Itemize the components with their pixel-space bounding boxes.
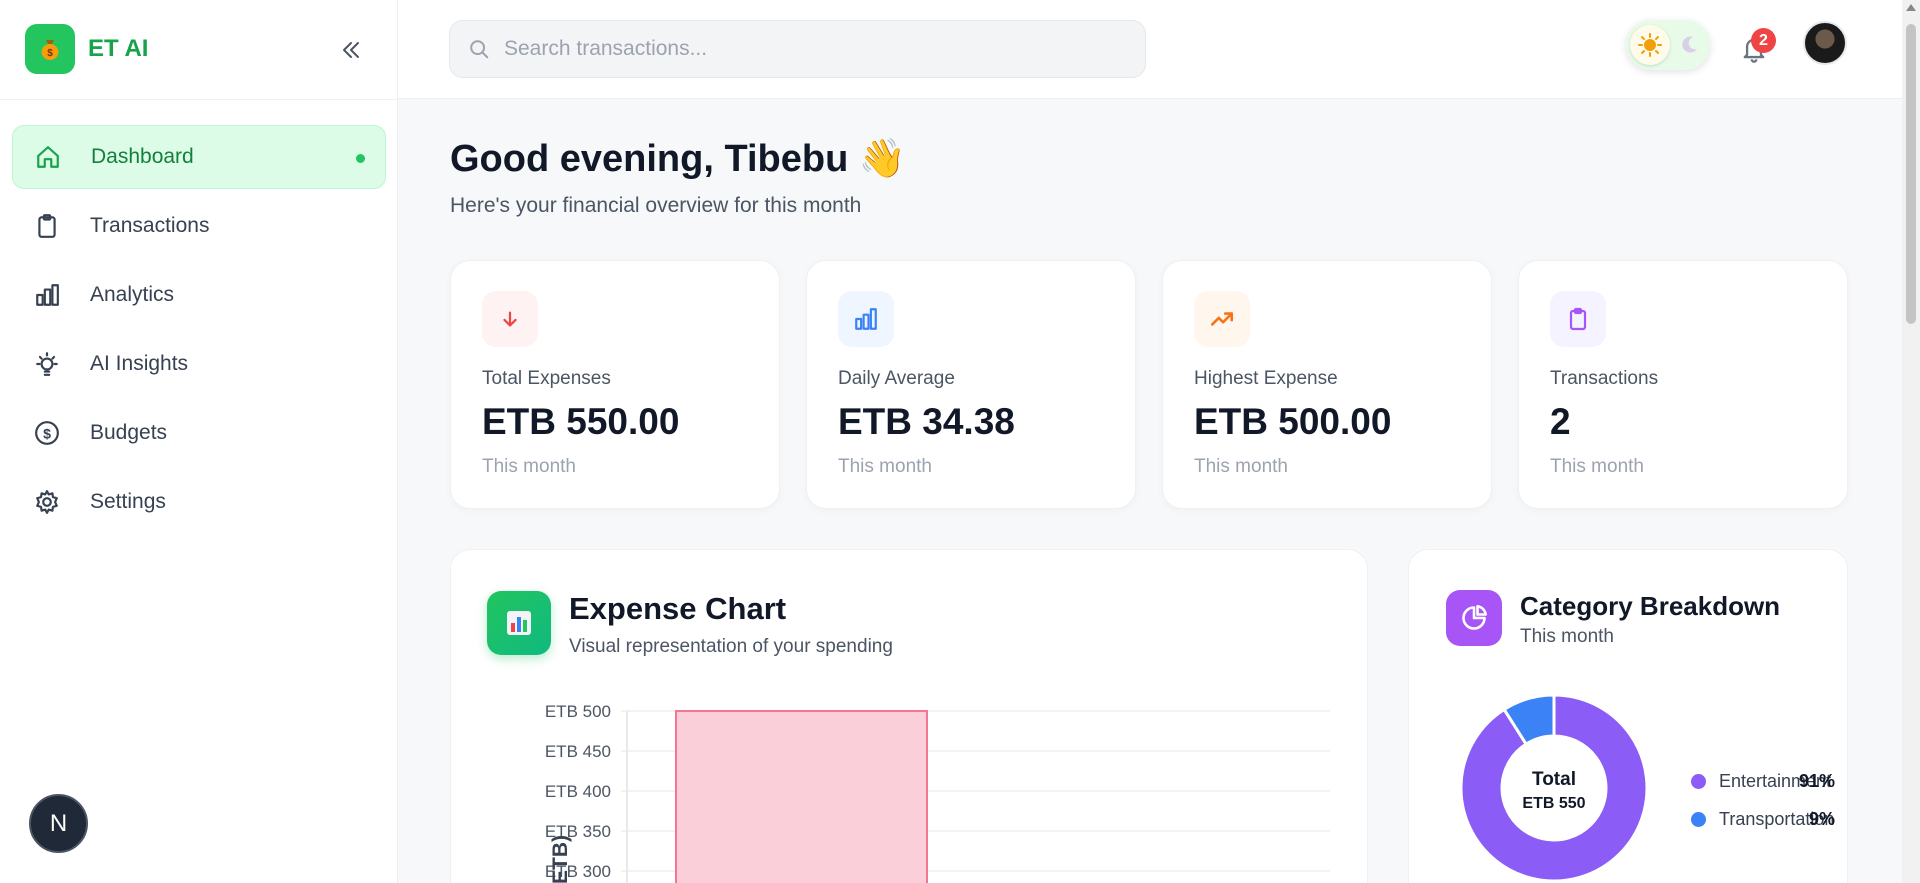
- category-donut-chart: Total ETB 550: [1459, 693, 1649, 883]
- search-bar[interactable]: [449, 20, 1146, 78]
- stat-card-transactions: Transactions 2 This month: [1518, 260, 1848, 509]
- stat-period: This month: [838, 456, 932, 477]
- stat-value: 2: [1550, 401, 1571, 442]
- stat-card-highest-expense: Highest Expense ETB 500.00 This month: [1162, 260, 1492, 509]
- arrow-down-icon: [482, 291, 538, 347]
- expense-chart-card: Expense Chart Visual representation of y…: [450, 549, 1368, 883]
- legend-swatch: [1691, 812, 1706, 827]
- avatar[interactable]: [1803, 21, 1847, 65]
- legend-percent: 91%: [1798, 771, 1835, 791]
- notification-badge: 2: [1751, 28, 1776, 53]
- page-title: Good evening, Tibebu 👋: [450, 138, 907, 180]
- bar-chart-icon: [838, 291, 894, 347]
- theme-toggle[interactable]: [1626, 20, 1710, 70]
- stat-value: ETB 34.38: [838, 401, 1015, 442]
- expense-bar-chart: ETB 500ETB 450ETB 400ETB 350ETB 300ETB): [545, 702, 1330, 883]
- brand-name: ET AI: [88, 35, 149, 62]
- sidebar-item-ai-insights[interactable]: AI Insights: [12, 332, 386, 396]
- donut-center-label: Total: [1532, 769, 1576, 790]
- sidebar-item-label: Dashboard: [91, 145, 194, 168]
- sidebar-item-budgets[interactable]: $ Budgets: [12, 401, 386, 465]
- y-axis-label: ETB): [549, 835, 572, 883]
- lightbulb-icon: [32, 349, 62, 379]
- stat-label: Total Expenses: [482, 368, 611, 389]
- scroll-up-arrow-icon[interactable]: [1906, 4, 1916, 11]
- collapse-sidebar-button[interactable]: [337, 36, 365, 64]
- y-tick-label: ETB 400: [545, 782, 611, 801]
- sidebar-item-label: Budgets: [90, 421, 168, 444]
- gear-icon: [32, 487, 62, 517]
- sidebar-item-transactions[interactable]: Transactions: [12, 194, 386, 258]
- stat-label: Daily Average: [838, 368, 955, 389]
- sidebar-item-label: Analytics: [90, 283, 175, 306]
- svg-text:$: $: [43, 425, 51, 441]
- trending-up-icon: [1194, 291, 1250, 347]
- search-icon: [470, 40, 489, 59]
- sidebar-item-analytics[interactable]: Analytics: [12, 263, 386, 327]
- sidebar-item-label: AI Insights: [90, 352, 189, 375]
- sidebar-item-label: Settings: [90, 490, 166, 513]
- brand[interactable]: $ ET AI: [25, 24, 148, 74]
- stat-value: ETB 500.00: [1194, 401, 1392, 442]
- sidebar-item-dashboard[interactable]: Dashboard: [12, 125, 386, 189]
- stat-card-total-expenses: Total Expenses ETB 550.00 This month: [450, 260, 780, 509]
- legend-percent: 9%: [1808, 809, 1835, 829]
- expense-bar[interactable]: [675, 710, 928, 883]
- stat-label: Highest Expense: [1194, 368, 1338, 389]
- category-breakdown-card: Category Breakdown This month Total ETB 5…: [1408, 549, 1848, 883]
- active-indicator-dot: [356, 154, 365, 163]
- moon-icon: [1682, 36, 1697, 53]
- home-icon: [33, 142, 63, 172]
- sun-icon: [1630, 25, 1670, 65]
- stat-period: This month: [1194, 456, 1288, 477]
- page-subtitle: Here's your financial overview for this …: [450, 194, 862, 217]
- y-tick-label: ETB 500: [545, 702, 611, 721]
- stat-card-daily-average: Daily Average ETB 34.38 This month: [806, 260, 1136, 509]
- top-header: 2: [398, 0, 1902, 99]
- clipboard-icon: [1550, 291, 1606, 347]
- money-bag-icon: $: [25, 24, 75, 74]
- donut-center-value: ETB 550: [1522, 795, 1585, 812]
- stat-label: Transactions: [1550, 368, 1659, 389]
- stat-value: ETB 550.00: [482, 401, 680, 442]
- dev-tools-badge[interactable]: N: [29, 794, 88, 853]
- stat-period: This month: [482, 456, 576, 477]
- sidebar-nav: Dashboard Transactions Analytics AI Insi…: [12, 125, 386, 539]
- sidebar-item-settings[interactable]: Settings: [12, 470, 386, 534]
- chevrons-left-icon: [343, 42, 359, 58]
- legend-swatch: [1691, 774, 1706, 789]
- stat-period: This month: [1550, 456, 1644, 477]
- sidebar: $ ET AI Dashboard Transactions Analytics…: [0, 0, 398, 883]
- page-scrollbar[interactable]: [1902, 0, 1920, 883]
- search-input[interactable]: [504, 37, 1104, 61]
- scrollbar-thumb[interactable]: [1906, 24, 1916, 324]
- y-tick-label: ETB 450: [545, 742, 611, 761]
- bar-chart-icon: [32, 280, 62, 310]
- sidebar-item-label: Transactions: [90, 214, 210, 237]
- sidebar-divider: [0, 99, 398, 100]
- clipboard-icon: [32, 211, 62, 241]
- svg-text:$: $: [47, 48, 53, 59]
- dollar-circle-icon: $: [32, 418, 62, 448]
